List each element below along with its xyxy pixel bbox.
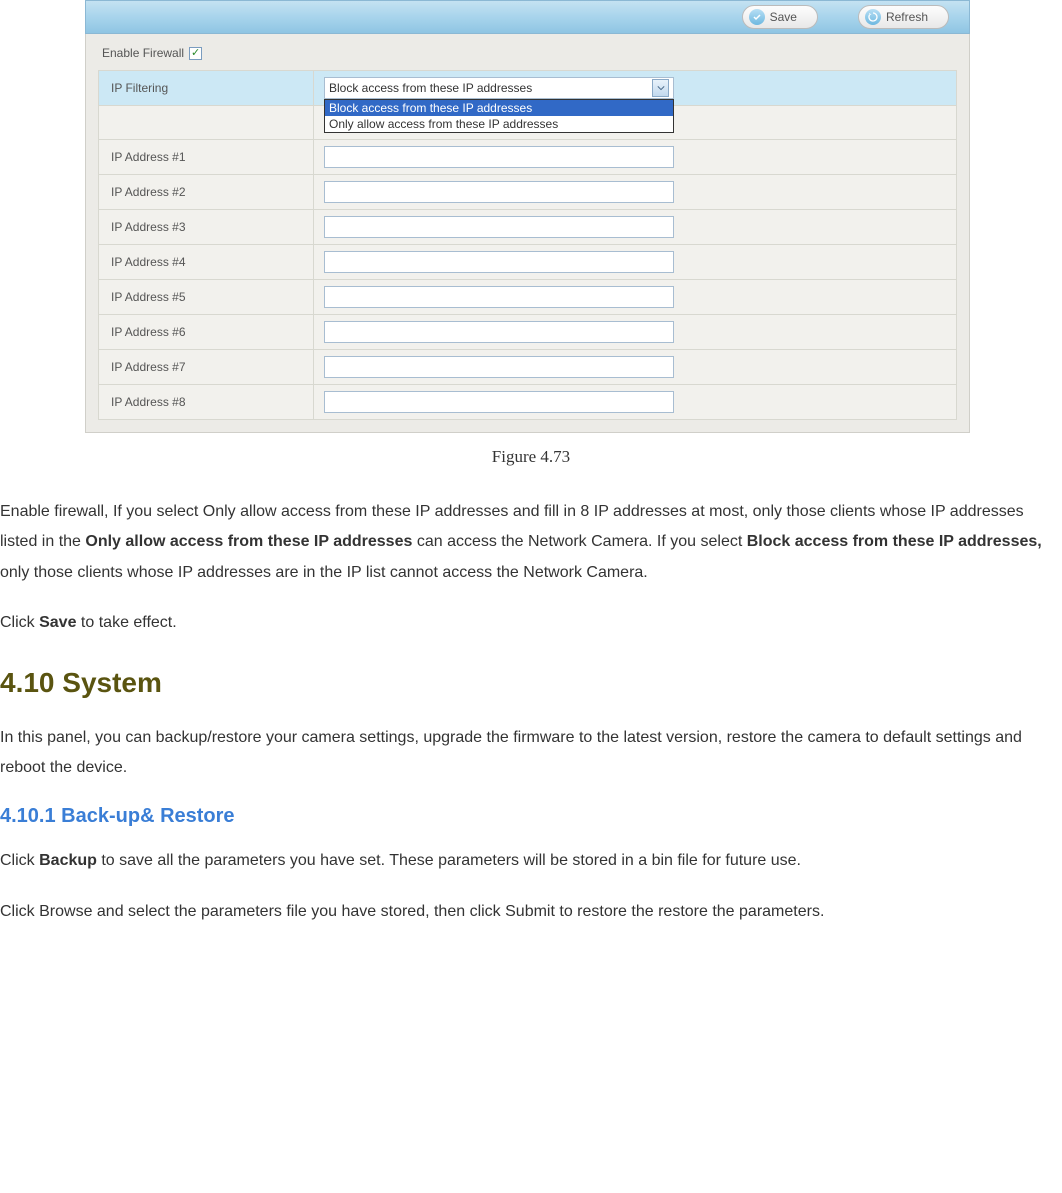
save-button[interactable]: Save — [742, 5, 818, 29]
firewall-form: Enable Firewall ✓ IP Filtering Block acc… — [85, 34, 970, 433]
ip-address-label: IP Address #8 — [99, 385, 314, 420]
enable-firewall-row: Enable Firewall ✓ — [98, 42, 957, 70]
paragraph: In this panel, you can backup/restore yo… — [0, 723, 1062, 784]
ip-address-label: IP Address #5 — [99, 280, 314, 315]
dropdown-option-block[interactable]: Block access from these IP addresses — [325, 100, 673, 116]
ip-address-label: IP Address #1 — [99, 140, 314, 175]
ip-address-8-input[interactable] — [324, 391, 674, 413]
panel-header: Save Refresh — [85, 0, 970, 34]
ip-address-label: IP Address #2 — [99, 175, 314, 210]
table-row: IP Address #7 — [99, 350, 957, 385]
table-row: IP Address #1 — [99, 140, 957, 175]
ip-address-label: IP Address #4 — [99, 245, 314, 280]
refresh-button-label: Refresh — [886, 10, 928, 24]
ip-address-label: IP Address #7 — [99, 350, 314, 385]
ip-address-5-input[interactable] — [324, 286, 674, 308]
firewall-table: IP Filtering Block access from these IP … — [98, 70, 957, 420]
ip-address-label: IP Address #6 — [99, 315, 314, 350]
ip-filtering-label: IP Filtering — [99, 71, 314, 106]
heading-backup-restore: 4.10.1 Back-up& Restore — [0, 805, 1062, 828]
ip-address-1-input[interactable] — [324, 146, 674, 168]
table-row: IP Address #4 — [99, 245, 957, 280]
paragraph: Click Browse and select the parameters f… — [0, 897, 1062, 927]
table-row: IP Address #3 — [99, 210, 957, 245]
save-button-label: Save — [770, 10, 797, 24]
document-body: Enable firewall, If you select Only allo… — [0, 497, 1062, 927]
chevron-down-icon — [652, 79, 669, 97]
table-row: IP Address #2 — [99, 175, 957, 210]
dropdown-options-list: Block access from these IP addresses Onl… — [324, 99, 674, 133]
ip-filtering-row: IP Filtering Block access from these IP … — [99, 71, 957, 106]
heading-system: 4.10 System — [0, 667, 1062, 699]
ip-address-4-input[interactable] — [324, 251, 674, 273]
enable-firewall-checkbox[interactable]: ✓ — [189, 47, 202, 60]
table-row: IP Address #8 — [99, 385, 957, 420]
paragraph: Click Backup to save all the parameters … — [0, 846, 1062, 876]
refresh-button[interactable]: Refresh — [858, 5, 949, 29]
firewall-settings-panel: Save Refresh Enable Firewall ✓ IP Filter… — [85, 0, 970, 433]
ip-address-3-input[interactable] — [324, 216, 674, 238]
table-row: IP Address #5 — [99, 280, 957, 315]
enable-firewall-label: Enable Firewall — [102, 46, 184, 60]
table-row: IP Address #6 — [99, 315, 957, 350]
dropdown-option-allow[interactable]: Only allow access from these IP addresse… — [325, 116, 673, 132]
refresh-icon — [865, 9, 881, 25]
ip-address-7-input[interactable] — [324, 356, 674, 378]
dropdown-selected-text: Block access from these IP addresses — [329, 81, 532, 95]
ip-address-6-input[interactable] — [324, 321, 674, 343]
figure-caption: Figure 4.73 — [0, 447, 1062, 467]
ip-address-label: IP Address #3 — [99, 210, 314, 245]
paragraph: Click Save to take effect. — [0, 608, 1062, 638]
ip-filtering-dropdown[interactable]: Block access from these IP addresses Blo… — [324, 77, 674, 99]
save-icon — [749, 9, 765, 25]
paragraph: Enable firewall, If you select Only allo… — [0, 497, 1062, 588]
ip-address-2-input[interactable] — [324, 181, 674, 203]
